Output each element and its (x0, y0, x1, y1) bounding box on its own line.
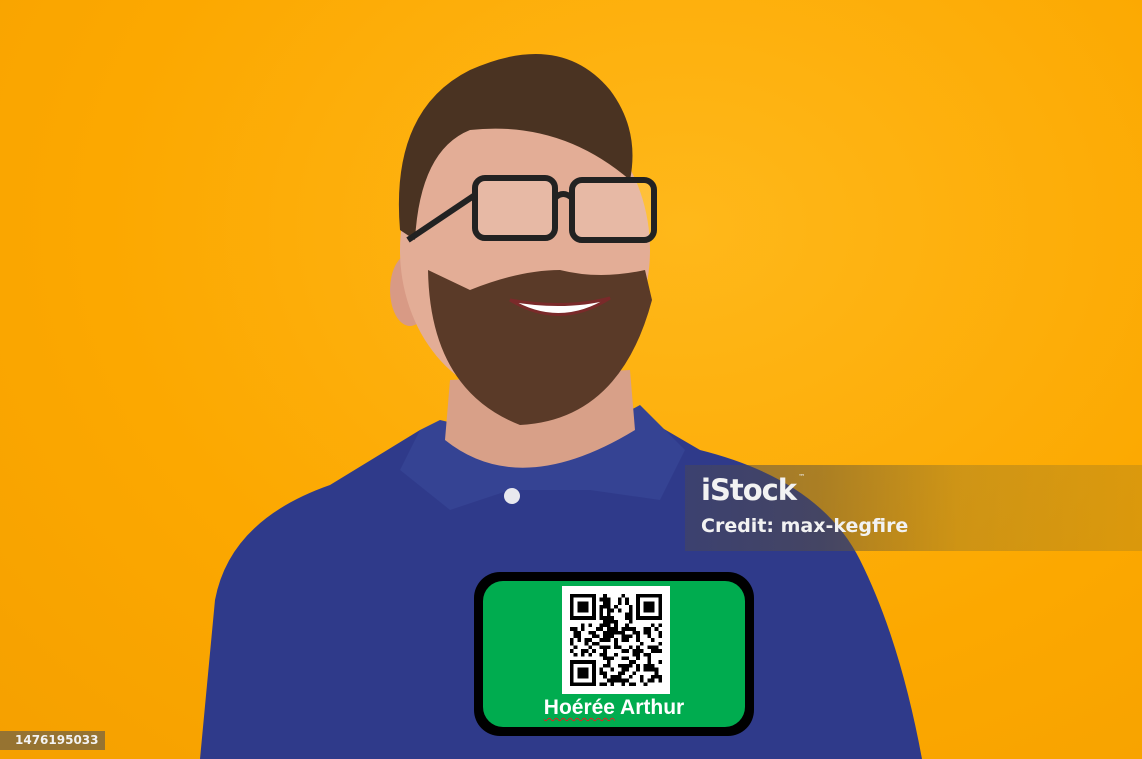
credit-text: Credit: max-kegfire (701, 515, 909, 537)
last-name: Arthur (620, 696, 685, 719)
first-name: Hoérée (543, 696, 615, 719)
qr-code-icon (562, 586, 670, 694)
trademark: ™ (798, 473, 805, 481)
qr-code-pattern (570, 594, 662, 686)
image-id: 1476195033 (0, 731, 105, 750)
qr-modules (570, 594, 662, 686)
istock-logo: iStock ™ (701, 473, 805, 507)
brand-text: iStock (701, 473, 797, 507)
istock-watermark: iStock ™ Credit: max-kegfire (685, 465, 1142, 551)
badge-panel: Hoérée Arthur (483, 581, 745, 727)
shirt-button (504, 488, 520, 504)
badge-name: Hoérée Arthur (483, 696, 745, 720)
name-badge: Hoérée Arthur (474, 572, 754, 736)
